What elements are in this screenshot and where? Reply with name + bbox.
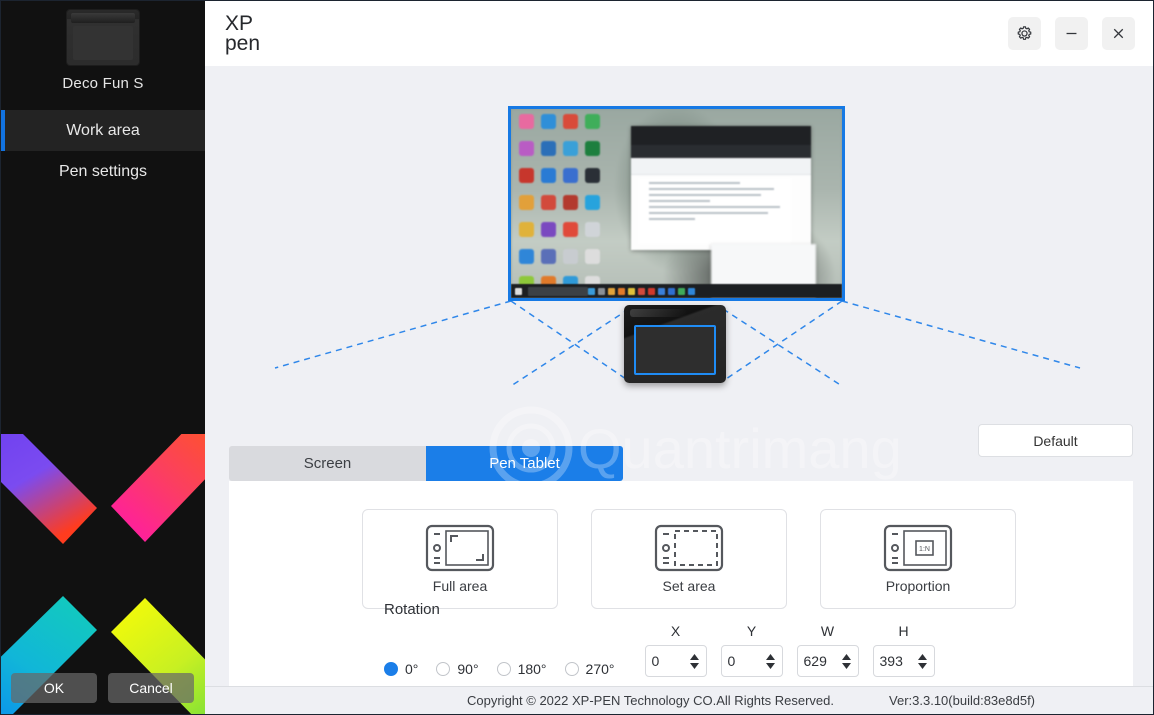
preview-browser-window <box>631 126 811 250</box>
sidebar: Deco Fun S Work area Pen settings OK Can… <box>1 1 205 714</box>
set-area-card[interactable]: Set area <box>591 509 787 609</box>
tab-screen[interactable]: Screen <box>229 446 426 481</box>
w-stepper[interactable] <box>841 653 852 670</box>
card-label: Set area <box>662 578 716 594</box>
spinner-header: X <box>670 623 681 639</box>
radio-label: 0° <box>405 661 419 677</box>
radio-dot <box>384 662 398 676</box>
tablet-active-area-outline <box>634 325 716 375</box>
cancel-button[interactable]: Cancel <box>108 673 194 703</box>
card-label: Proportion <box>885 578 951 594</box>
x-stepper[interactable] <box>689 653 700 670</box>
gear-icon <box>1017 26 1032 40</box>
spinner-h: H <box>872 623 935 677</box>
close-icon <box>1113 28 1124 39</box>
stepper-arrows-icon <box>689 653 699 669</box>
settings-button[interactable] <box>1008 17 1041 50</box>
spinner-header: H <box>898 623 909 639</box>
proportion-card[interactable]: 1:N Proportion <box>820 509 1016 609</box>
rotation-option-90[interactable]: 90° <box>436 661 496 677</box>
version-text: Ver:3.3.10(build:83e8d5f) <box>889 693 1036 708</box>
main-region: XP pen Default Screen Pen Tablet Full ar… <box>205 1 1153 714</box>
default-button[interactable]: Default <box>978 424 1133 457</box>
sidebar-item-pen-settings[interactable]: Pen settings <box>1 151 205 192</box>
h-stepper[interactable] <box>917 653 928 670</box>
radio-label: 180° <box>517 661 547 677</box>
radio-dot <box>436 662 451 676</box>
radio-label: 90° <box>457 661 479 677</box>
tab-pen-tablet[interactable]: Pen Tablet <box>426 446 623 481</box>
ok-button[interactable]: OK <box>11 673 97 703</box>
spinner-y: Y <box>720 623 783 677</box>
window-controls <box>1008 17 1135 50</box>
titlebar: XP pen <box>205 1 1153 66</box>
radio-label: 270° <box>585 661 615 677</box>
spinner-header: W <box>820 623 835 639</box>
stepper-arrows-icon <box>917 653 927 669</box>
minimize-button[interactable] <box>1055 17 1088 50</box>
sidebar-nav: Work area Pen settings <box>1 110 205 192</box>
sidebar-action-buttons: OK Cancel <box>1 673 205 703</box>
svg-text:1:N: 1:N <box>919 546 930 553</box>
tab-label: Screen <box>303 455 352 472</box>
copyright-text: Copyright © 2022 XP-PEN Technology CO.Al… <box>467 693 835 708</box>
screen-preview <box>508 106 845 301</box>
x-input[interactable] <box>651 653 688 669</box>
spinner-header: Y <box>746 623 757 639</box>
spinner-w: W <box>796 623 859 677</box>
h-input[interactable] <box>879 653 916 669</box>
minimize-icon <box>1066 32 1077 35</box>
rotation-row: Rotation 0° 90° 180° 270° X 0 Y 0 W 629 … <box>229 601 1133 677</box>
tablet-full-area-icon <box>425 524 495 572</box>
rotation-option-180[interactable]: 180° <box>496 661 565 677</box>
card-label: Full area <box>432 578 488 594</box>
content-area: Default Screen Pen Tablet Full area Set … <box>205 66 1153 714</box>
tab-label: Pen Tablet <box>489 455 560 472</box>
close-button[interactable] <box>1102 17 1135 50</box>
desktop-icons <box>515 112 603 291</box>
rotation-label: Rotation <box>384 601 440 618</box>
device-thumbnail <box>67 10 139 65</box>
rotation-radio-group: 0° 90° 180° 270° <box>384 661 633 677</box>
xp-pen-driver-window: Deco Fun S Work area Pen settings OK Can… <box>0 0 1154 715</box>
y-stepper[interactable] <box>765 653 776 670</box>
settings-panel: Full area Set area 1:N Proportion Rotati… <box>229 481 1133 714</box>
full-area-card[interactable]: Full area <box>362 509 558 609</box>
radio-dot <box>564 662 579 676</box>
preview-taskbar <box>511 284 842 298</box>
spinner-x: X <box>644 623 707 677</box>
xp-pen-logo: XP pen <box>225 12 275 56</box>
tablet-set-area-icon <box>654 524 724 572</box>
area-mode-tabs: Screen Pen Tablet <box>229 446 623 481</box>
tablet-graphic <box>624 305 726 383</box>
rotation-option-0[interactable]: 0° <box>384 661 436 677</box>
radio-dot <box>496 662 511 676</box>
stepper-arrows-icon <box>841 653 851 669</box>
decorative-chevrons <box>1 434 205 714</box>
footer: Copyright © 2022 XP-PEN Technology CO.Al… <box>205 686 1153 714</box>
w-input[interactable] <box>803 653 840 669</box>
sidebar-item-label: Pen settings <box>58 162 148 180</box>
sidebar-item-label: Work area <box>66 121 140 139</box>
area-mode-cards: Full area Set area 1:N Proportion <box>229 481 1133 609</box>
coordinate-spinners: X 0 Y 0 W 629 H 393 <box>644 623 935 677</box>
y-input[interactable] <box>727 653 764 669</box>
mapping-preview-stage <box>205 66 1153 441</box>
stepper-arrows-icon <box>765 653 775 669</box>
svg-text:pen: pen <box>225 32 260 55</box>
rotation-option-270[interactable]: 270° <box>564 661 633 677</box>
sidebar-item-work-area[interactable]: Work area <box>1 110 205 151</box>
tablet-proportion-icon: 1:N <box>883 524 953 572</box>
device-name: Deco Fun S <box>62 75 144 92</box>
